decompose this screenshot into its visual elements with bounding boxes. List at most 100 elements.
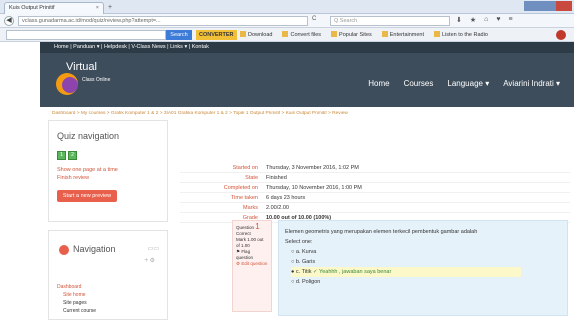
flag-icon: ⚑ bbox=[236, 249, 241, 254]
maximize-button[interactable] bbox=[540, 1, 556, 11]
edit-question[interactable]: ⚙ Edit question bbox=[236, 261, 268, 267]
menu-icon[interactable]: ≡ bbox=[509, 16, 513, 24]
minimize-button[interactable] bbox=[524, 1, 540, 11]
summary-value: 6 days 23 hours bbox=[266, 195, 306, 201]
url-input[interactable]: vclass.gunadarma.ac.id/mod/quiz/review.p… bbox=[18, 16, 308, 26]
toolbar-link[interactable]: Download bbox=[240, 31, 272, 38]
nav-item[interactable]: Site pages bbox=[57, 299, 96, 307]
option-label: a. Kurva bbox=[295, 249, 317, 255]
question-boxes: 1 2 bbox=[57, 151, 159, 160]
summary-key: Completed on bbox=[223, 185, 258, 191]
navigation-icon bbox=[59, 245, 69, 255]
bookmark-icon[interactable]: ★ bbox=[470, 16, 476, 24]
question-info: Question 1 Correct Mark 1.00 out of 1.00… bbox=[232, 220, 272, 312]
start-new-preview-button[interactable]: Start a new preview bbox=[57, 190, 117, 202]
toolbar-search-input[interactable] bbox=[6, 30, 166, 40]
tab-title: Kuis Output Prinitif bbox=[9, 5, 55, 11]
radio-icon: ● bbox=[291, 269, 295, 275]
close-icon[interactable]: × bbox=[96, 5, 99, 11]
finish-review-link[interactable]: Finish review bbox=[57, 174, 159, 182]
nav-item[interactable]: Site home bbox=[57, 291, 96, 299]
summary-row: Marks 2.00/2.00 bbox=[180, 203, 570, 213]
browser-toolbar-icons: ⬇ ★ ⌂ ♥ ≡ bbox=[456, 16, 513, 24]
quiz-navigation-title: Quiz navigation bbox=[57, 131, 120, 141]
home-icon[interactable]: ⌂ bbox=[484, 16, 488, 24]
flag-question[interactable]: ⚑ Flag question bbox=[236, 249, 268, 261]
summary-value: Thursday, 3 November 2016, 1:02 PM bbox=[266, 165, 359, 171]
answer-feedback: Yeahhh , jawaban saya benar bbox=[319, 269, 392, 275]
summary-key: State bbox=[245, 175, 258, 181]
nav-user[interactable]: Aviarini Indrati ▾ bbox=[503, 79, 560, 88]
radio-icon: ○ bbox=[291, 249, 295, 255]
question-number: 1 bbox=[255, 222, 260, 231]
attempt-summary-table: Started on Thursday, 3 November 2016, 1:… bbox=[180, 163, 570, 223]
option-label: b. Garis bbox=[295, 259, 316, 265]
show-one-page-link[interactable]: Show one page at a time bbox=[57, 166, 159, 174]
toolbar-link[interactable]: Entertainment bbox=[382, 31, 424, 38]
search-toolbar: Search CONVERTER Download Convert files … bbox=[0, 28, 574, 42]
new-tab-button[interactable]: + bbox=[108, 4, 112, 11]
summary-row: Time taken 6 days 23 hours bbox=[180, 193, 570, 203]
question-content: Elemen geometris yang merupakan elemen t… bbox=[278, 220, 568, 316]
answer-option[interactable]: ○ a. Kurva bbox=[291, 247, 561, 257]
browser-tab[interactable]: Kuis Output Prinitif × bbox=[4, 2, 104, 14]
browser-window: Kuis Output Prinitif × + ◀ vclass.gunada… bbox=[0, 0, 574, 320]
nav-dashboard[interactable]: Dashboard bbox=[57, 283, 96, 291]
logo-title: Virtual bbox=[66, 61, 97, 73]
back-button[interactable]: ◀ bbox=[4, 16, 14, 26]
question-box[interactable]: 1 bbox=[57, 151, 66, 160]
select-one-label: Select one: bbox=[285, 239, 313, 245]
moodle-top-nav[interactable]: Home | Panduan ▾ | Helpdesk | V-Class Ne… bbox=[40, 42, 574, 53]
answer-option[interactable]: ○ d. Poligon bbox=[291, 277, 561, 287]
question-text: Elemen geometris yang merupakan elemen t… bbox=[285, 229, 478, 235]
pocket-icon[interactable]: ♥ bbox=[496, 16, 500, 24]
nav-item[interactable]: Current course bbox=[57, 307, 96, 315]
check-icon: ✓ bbox=[312, 269, 318, 275]
window-controls bbox=[524, 1, 572, 11]
nav-language[interactable]: Language ▾ bbox=[447, 79, 489, 88]
navigation-block: Navigation ▭▭ + ⚙ Dashboard Site home Si… bbox=[48, 230, 168, 320]
dock-icon[interactable]: ▭▭ bbox=[148, 245, 159, 252]
nav-home[interactable]: Home bbox=[368, 79, 389, 88]
navigation-title: Navigation bbox=[73, 244, 116, 254]
toolbar-link[interactable]: Listen to the Radio bbox=[434, 31, 488, 38]
option-label: c. Titik bbox=[295, 269, 312, 275]
moodle-header: Virtual Class Online Home Courses Langua… bbox=[40, 53, 574, 107]
question-mark: Mark 1.00 out of 1.00 bbox=[236, 237, 264, 248]
breadcrumb[interactable]: Dashboard > My courses > Grafik Komputer… bbox=[52, 111, 572, 116]
reload-icon[interactable]: C bbox=[312, 16, 316, 22]
summary-row: Completed on Thursday, 10 November 2016,… bbox=[180, 183, 570, 193]
close-window-button[interactable] bbox=[556, 1, 572, 11]
toolbar-links: Download Convert files Popular Sites Ent… bbox=[240, 31, 488, 38]
addon-icon[interactable] bbox=[556, 30, 566, 40]
site-logo[interactable]: Virtual Class Online bbox=[52, 59, 112, 99]
download-icon[interactable]: ⬇ bbox=[456, 16, 462, 24]
summary-key: Marks bbox=[243, 205, 258, 211]
question-box[interactable]: 2 bbox=[68, 151, 77, 160]
summary-key: Started on bbox=[232, 165, 258, 171]
tab-bar: Kuis Output Prinitif × + bbox=[0, 0, 574, 14]
option-label: d. Poligon bbox=[295, 279, 321, 285]
logo-ring-inner bbox=[62, 77, 78, 93]
summary-value: Thursday, 10 November 2016, 1:00 PM bbox=[266, 185, 362, 191]
radio-icon: ○ bbox=[291, 259, 295, 265]
radio-icon: ○ bbox=[291, 279, 295, 285]
toolbar-link[interactable]: Convert files bbox=[282, 31, 321, 38]
address-bar-row: ◀ vclass.gunadarma.ac.id/mod/quiz/review… bbox=[0, 14, 574, 28]
settings-icon[interactable]: + ⚙ bbox=[144, 257, 155, 264]
nav-courses[interactable]: Courses bbox=[404, 79, 434, 88]
converter-logo[interactable]: CONVERTER bbox=[196, 30, 237, 40]
navigation-list: Dashboard Site home Site pages Current c… bbox=[57, 283, 96, 315]
toolbar-search-button[interactable]: Search bbox=[166, 30, 192, 40]
edit-question-label: Edit question bbox=[241, 261, 268, 266]
answer-option[interactable]: ○ b. Garis bbox=[291, 257, 561, 267]
summary-value: Finished bbox=[266, 175, 287, 181]
search-input[interactable]: Q Search bbox=[330, 16, 450, 26]
toolbar-link[interactable]: Popular Sites bbox=[331, 31, 372, 38]
summary-row: Started on Thursday, 3 November 2016, 1:… bbox=[180, 163, 570, 173]
answer-option-selected[interactable]: ● c. Titik ✓ Yeahhh , jawaban saya benar bbox=[291, 267, 521, 277]
question-label: Question bbox=[236, 225, 255, 230]
header-nav: Home Courses Language ▾ Aviarini Indrati… bbox=[368, 79, 560, 88]
quiz-navigation-block: Quiz navigation 1 2 Show one page at a t… bbox=[48, 120, 168, 222]
summary-value: 2.00/2.00 bbox=[266, 205, 289, 211]
